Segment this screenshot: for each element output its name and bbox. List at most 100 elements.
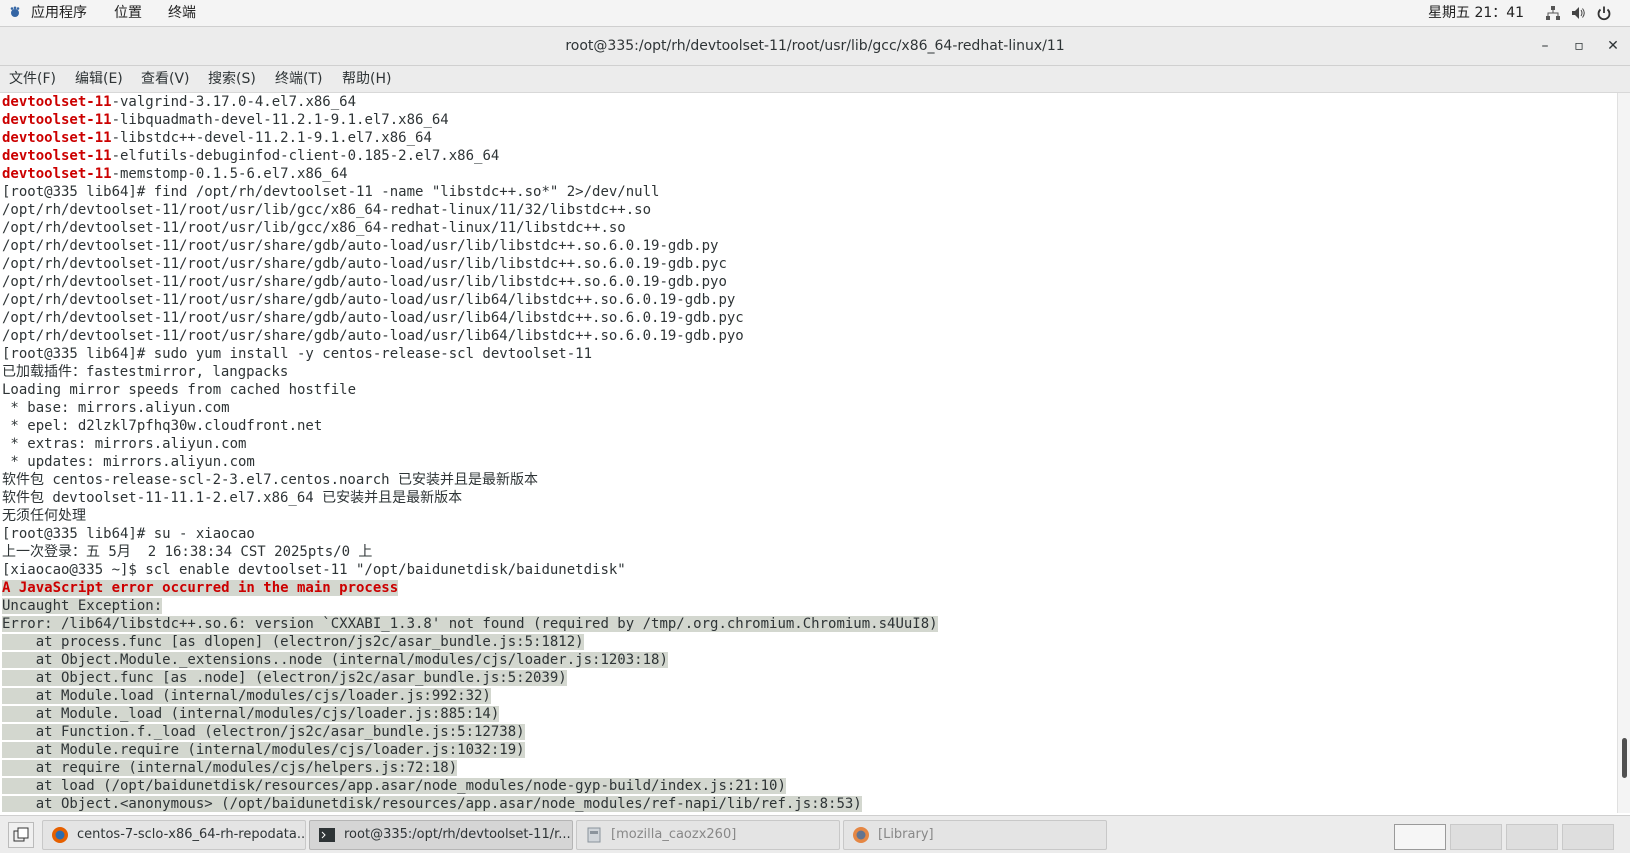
terminal-scrollbar[interactable] (1617, 93, 1630, 813)
show-desktop-button[interactable] (8, 822, 34, 848)
terminal-line: /opt/rh/devtoolset-11/root/usr/share/gdb… (2, 327, 938, 345)
terminal-line: at Function.f._load (electron/js2c/asar_… (2, 723, 938, 741)
terminal-line: 已加载插件：fastestmirror, langpacks (2, 363, 938, 381)
minimize-button[interactable]: – (1535, 36, 1555, 56)
terminal-text: * extras: mirrors.aliyun.com (2, 436, 247, 452)
applications-foot-icon (10, 6, 20, 17)
terminal-text: 软件包 devtoolset-11-11.1-2.el7.x86_64 已安装并… (2, 490, 463, 506)
terminal-text: at Module.load (internal/modules/cjs/loa… (2, 688, 491, 704)
terminal-text: at Module.require (internal/modules/cjs/… (2, 742, 525, 758)
terminal-line: 软件包 devtoolset-11-11.1-2.el7.x86_64 已安装并… (2, 489, 938, 507)
terminal-text: [xiaocao@335 ~]$ scl enable devtoolset-1… (2, 562, 626, 578)
close-button[interactable]: ✕ (1603, 36, 1623, 56)
network-icon[interactable] (1545, 5, 1561, 21)
firefox-icon (52, 827, 68, 843)
terminal-text: /opt/rh/devtoolset-11/root/usr/lib/gcc/x… (2, 220, 626, 236)
terminal-text: /opt/rh/devtoolset-11/root/usr/share/gdb… (2, 256, 727, 272)
terminal-text: at Object.Module._extensions..node (inte… (2, 652, 668, 668)
desktop-icon (13, 827, 29, 842)
top-panel: 应用程序 位置 终端 星期五 21：41 (0, 0, 1630, 27)
terminal-line: at Object.func [as .node] (electron/js2c… (2, 669, 938, 687)
terminal-app-menu[interactable]: 终端 (168, 3, 196, 23)
file-manager-icon (587, 827, 601, 843)
terminal-text: -elfutils-debuginfod-client-0.185-2.el7.… (111, 148, 500, 164)
task-terminal[interactable]: root@335:/opt/rh/devtoolset-11/r... (309, 820, 573, 850)
terminal-line: [root@335 lib64]# find /opt/rh/devtoolse… (2, 183, 938, 201)
terminal-line: at process.func [as dlopen] (electron/js… (2, 633, 938, 651)
maximize-button[interactable]: ▫ (1569, 36, 1589, 56)
terminal-text: /opt/rh/devtoolset-11/root/usr/share/gdb… (2, 328, 744, 344)
terminal-line: [root@335 lib64]# sudo yum install -y ce… (2, 345, 938, 363)
terminal-line: 上一次登录：五 5月 2 16:38:34 CST 2025pts/0 上 (2, 543, 938, 561)
terminal-line: at Module.load (internal/modules/cjs/loa… (2, 687, 938, 705)
menu-edit[interactable]: 编辑(E) (75, 69, 123, 89)
terminal-line: at Module._load (internal/modules/cjs/lo… (2, 705, 938, 723)
terminal-text: Error: /lib64/libstdc++.so.6: version `C… (2, 616, 938, 632)
menubar: 文件(F) 编辑(E) 查看(V) 搜索(S) 终端(T) 帮助(H) (0, 66, 1630, 93)
task-library[interactable]: [Library] (843, 820, 1107, 850)
terminal-line: [xiaocao@335 ~]$ scl enable devtoolset-1… (2, 561, 938, 579)
terminal-highlight: devtoolset-11 (2, 148, 112, 164)
terminal-line: /opt/rh/devtoolset-11/root/usr/share/gdb… (2, 273, 938, 291)
terminal-text: /opt/rh/devtoolset-11/root/usr/share/gdb… (2, 238, 719, 254)
terminal-line: at Object.Module._extensions..node (inte… (2, 651, 938, 669)
menu-help[interactable]: 帮助(H) (342, 69, 391, 89)
terminal-line: Uncaught Exception: (2, 597, 938, 615)
window-title: root@335:/opt/rh/devtoolset-11/root/usr/… (565, 38, 1065, 54)
clock[interactable]: 星期五 21：41 (1428, 3, 1524, 23)
menu-view[interactable]: 查看(V) (141, 69, 190, 89)
task-label: [Library] (878, 827, 934, 842)
terminal-line: /opt/rh/devtoolset-11/root/usr/share/gdb… (2, 291, 938, 309)
firefox-icon (853, 827, 869, 843)
terminal-text: at require (internal/modules/cjs/helpers… (2, 760, 458, 776)
menu-search[interactable]: 搜索(S) (208, 69, 256, 89)
terminal-text: /opt/rh/devtoolset-11/root/usr/lib/gcc/x… (2, 202, 652, 218)
scrollbar-thumb[interactable] (1622, 738, 1627, 778)
terminal-text: at Function.f._load (electron/js2c/asar_… (2, 724, 525, 740)
terminal-line: /opt/rh/devtoolset-11/root/usr/share/gdb… (2, 309, 938, 327)
workspace-3[interactable] (1506, 824, 1558, 850)
terminal-text: at process.func [as dlopen] (electron/js… (2, 634, 584, 650)
terminal-text: -libquadmath-devel-11.2.1-9.1.el7.x86_64 (111, 112, 449, 128)
task-file-manager[interactable]: [mozilla_caozx260] (576, 820, 840, 850)
terminal-line: /opt/rh/devtoolset-11/root/usr/share/gdb… (2, 237, 938, 255)
terminal-text: at Module._load (internal/modules/cjs/lo… (2, 706, 500, 722)
places-menu[interactable]: 位置 (114, 3, 142, 23)
terminal-text: at load (/opt/baidunetdisk/resources/app… (2, 778, 786, 794)
terminal-text: * base: mirrors.aliyun.com (2, 400, 230, 416)
terminal-highlight: devtoolset-11 (2, 130, 112, 146)
workspace-4[interactable] (1562, 824, 1614, 850)
terminal-text: /opt/rh/devtoolset-11/root/usr/share/gdb… (2, 274, 727, 290)
volume-icon[interactable] (1570, 5, 1586, 21)
terminal-line: at Object.<anonymous> (/opt/baidunetdisk… (2, 795, 938, 813)
terminal-line: /opt/rh/devtoolset-11/root/usr/lib/gcc/x… (2, 201, 938, 219)
task-firefox-repodata[interactable]: centos-7-sclo-x86_64-rh-repodata... (42, 820, 306, 850)
window-titlebar[interactable]: root@335:/opt/rh/devtoolset-11/root/usr/… (0, 27, 1630, 66)
workspace-2[interactable] (1450, 824, 1502, 850)
terminal-text: /opt/rh/devtoolset-11/root/usr/share/gdb… (2, 292, 736, 308)
menu-file[interactable]: 文件(F) (9, 69, 56, 89)
terminal-text: 无须任何处理 (2, 508, 86, 524)
workspace-1[interactable] (1394, 824, 1446, 850)
terminal-text: -valgrind-3.17.0-4.el7.x86_64 (111, 94, 357, 110)
terminal-line: at require (internal/modules/cjs/helpers… (2, 759, 938, 777)
terminal-line: * extras: mirrors.aliyun.com (2, 435, 938, 453)
terminal-text: * epel: d2lzkl7pfhq30w.cloudfront.net (2, 418, 323, 434)
terminal-line: at load (/opt/baidunetdisk/resources/app… (2, 777, 938, 795)
terminal-line: at Module.require (internal/modules/cjs/… (2, 741, 938, 759)
task-label: centos-7-sclo-x86_64-rh-repodata... (77, 827, 306, 842)
terminal-text: [root@335 lib64]# su - xiaocao (2, 526, 255, 542)
terminal-text: 软件包 centos-release-scl-2-3.el7.centos.no… (2, 472, 539, 488)
terminal-view[interactable]: devtoolset-11 -valgrind-3.17.0-4.el7.x86_… (0, 93, 1617, 813)
menu-terminal[interactable]: 终端(T) (275, 69, 322, 89)
terminal-text: Loading mirror speeds from cached hostfi… (2, 382, 357, 398)
terminal-text: [root@335 lib64]# sudo yum install -y ce… (2, 346, 593, 362)
terminal-line: devtoolset-11-libstdc++-devel-11.2.1-9.1… (2, 129, 938, 147)
terminal-line: A JavaScript error occurred in the main … (2, 579, 938, 597)
task-label: [mozilla_caozx260] (611, 827, 737, 842)
terminal-icon (319, 828, 335, 842)
power-icon[interactable] (1596, 5, 1612, 21)
terminal-line: * base: mirrors.aliyun.com (2, 399, 938, 417)
task-label: root@335:/opt/rh/devtoolset-11/r... (344, 827, 571, 842)
applications-menu[interactable]: 应用程序 (31, 3, 87, 23)
